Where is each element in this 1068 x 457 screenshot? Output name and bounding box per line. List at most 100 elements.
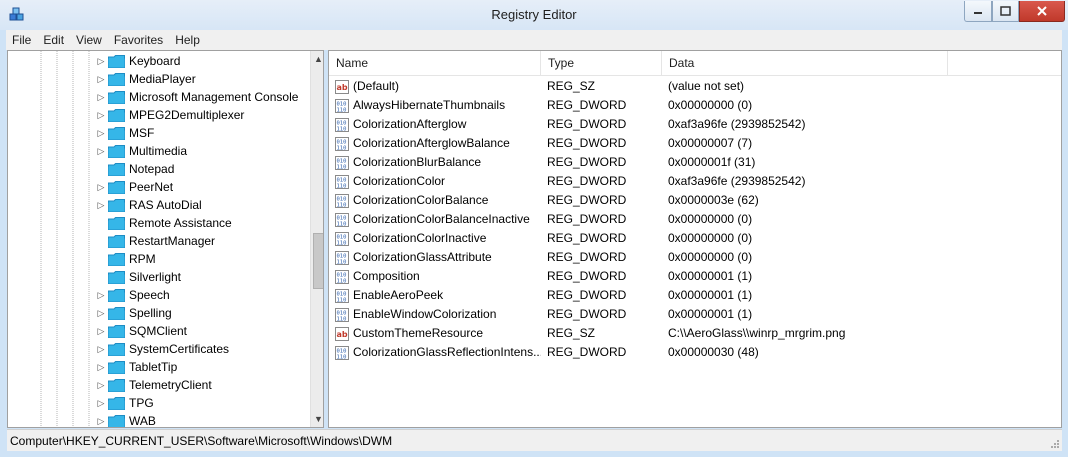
menu-favorites[interactable]: Favorites	[108, 33, 169, 47]
tree-item[interactable]: ▷ Multimedia	[96, 142, 188, 160]
tree-item-label: Multimedia	[129, 144, 188, 158]
value-name-cell: 010 110 ColorizationAfterglowBalance	[335, 134, 541, 153]
svg-text:ab: ab	[337, 330, 348, 339]
expand-arrow-icon[interactable]: ▷	[96, 128, 106, 139]
expand-arrow-icon[interactable]: ▷	[96, 182, 106, 193]
string-value-icon: ab	[335, 79, 349, 94]
value-name: Composition	[353, 269, 420, 283]
tree-item[interactable]: ▷ MPEG2Demultiplexer	[96, 106, 245, 124]
value-data: 0x00000000 (0)	[668, 98, 753, 112]
expand-arrow-icon[interactable]: ▷	[96, 92, 106, 103]
scroll-down-icon[interactable]: ▼	[311, 411, 323, 427]
value-row[interactable]: 010 110 EnableAeroPeek REG_DWORD 0x00000001 …	[329, 286, 1061, 305]
values-list-pane[interactable]: Name Type Data ab (Default) REG_SZ (value n…	[328, 50, 1062, 428]
folder-icon	[108, 234, 125, 248]
tree-item[interactable]: Notepad	[96, 160, 174, 178]
value-row[interactable]: 010 110 ColorizationColor REG_DWORD 0xaf3a96…	[329, 172, 1061, 191]
value-name: ColorizationAfterglowBalance	[353, 136, 510, 150]
tree-item[interactable]: ▷ Spelling	[96, 304, 172, 322]
expand-arrow-icon[interactable]: ▷	[96, 380, 106, 391]
expand-arrow-icon[interactable]: ▷	[96, 200, 106, 211]
tree-item-label: Speech	[129, 288, 170, 302]
value-row[interactable]: 010 110 ColorizationAfterglow REG_DWORD 0xaf…	[329, 115, 1061, 134]
resize-grip-icon[interactable]	[1050, 439, 1060, 449]
value-row[interactable]: 010 110 ColorizationColorInactive REG_DWORD…	[329, 229, 1061, 248]
tree-item[interactable]: ▷ SystemCertificates	[96, 340, 230, 358]
column-header-type[interactable]: Type	[541, 51, 662, 76]
minimize-icon	[974, 12, 982, 14]
value-row[interactable]: 010 110 ColorizationAfterglowBalance REG_DW…	[329, 134, 1061, 153]
tree-item[interactable]: ▷ PeerNet	[96, 178, 174, 196]
value-row[interactable]: ab (Default) REG_SZ (value not set)	[329, 77, 1061, 96]
tree-item-label: WAB	[129, 414, 156, 428]
value-name-cell: ab (Default)	[335, 77, 541, 96]
folder-icon	[108, 72, 125, 86]
value-row[interactable]: 010 110 Composition REG_DWORD 0x00000001 (1)	[329, 267, 1061, 286]
tree-item[interactable]: ▷ Speech	[96, 286, 170, 304]
tree-item[interactable]: ▷ Keyboard	[96, 52, 181, 70]
value-row[interactable]: 010 110 ColorizationBlurBalance REG_DWORD 0x…	[329, 153, 1061, 172]
menu-edit[interactable]: Edit	[37, 33, 70, 47]
tree-item[interactable]: Silverlight	[96, 268, 181, 286]
scroll-up-icon[interactable]: ▲	[311, 51, 323, 67]
value-row[interactable]: 010 110 ColorizationGlassReflectionIntens.…	[329, 343, 1061, 362]
tree-item-label: RAS AutoDial	[129, 198, 202, 212]
tree-guide-lines	[40, 51, 90, 427]
expand-arrow-icon[interactable]: ▷	[96, 56, 106, 67]
close-button[interactable]	[1019, 1, 1065, 22]
expand-arrow-icon[interactable]: ▷	[96, 326, 106, 337]
value-name: ColorizationColorBalance	[353, 193, 489, 207]
tree-item-label: TPG	[129, 396, 154, 410]
menu-file[interactable]: File	[6, 33, 37, 47]
minimize-button[interactable]	[964, 1, 992, 22]
tree-item[interactable]: ▷ TelemetryClient	[96, 376, 212, 394]
tree-item[interactable]: ▷ RAS AutoDial	[96, 196, 202, 214]
menu-view[interactable]: View	[70, 33, 108, 47]
value-type: REG_DWORD	[547, 174, 627, 188]
tree-item[interactable]: ▷ Microsoft Management Console	[96, 88, 299, 106]
expand-arrow-icon[interactable]: ▷	[96, 74, 106, 85]
tree-item[interactable]: Remote Assistance	[96, 214, 232, 232]
expand-arrow-icon[interactable]: ▷	[96, 146, 106, 157]
tree-item-label: SystemCertificates	[129, 342, 230, 356]
value-row[interactable]: 010 110 ColorizationColorBalance REG_DWORD 0…	[329, 191, 1061, 210]
expand-arrow-icon[interactable]: ▷	[96, 308, 106, 319]
tree-item[interactable]: ▷ MSF	[96, 124, 155, 142]
key-tree-pane[interactable]: ▷ Keyboard ▷ MediaPlayer ▷ Microsoft Manageme…	[7, 50, 324, 428]
value-row[interactable]: 010 110 ColorizationGlassAttribute REG_DWOR…	[329, 248, 1061, 267]
expand-arrow-icon[interactable]: ▷	[96, 416, 106, 427]
value-row[interactable]: 010 110 EnableWindowColorization REG_DWORD 0…	[329, 305, 1061, 324]
value-type: REG_DWORD	[547, 212, 627, 226]
column-header-data[interactable]: Data	[662, 51, 948, 76]
value-row[interactable]: ab CustomThemeResource REG_SZ C:\\AeroGlass…	[329, 324, 1061, 343]
value-row[interactable]: 010 110 ColorizationColorBalanceInactive RE…	[329, 210, 1061, 229]
tree-item[interactable]: ▷ WAB	[96, 412, 156, 428]
value-data: 0x0000003e (62)	[668, 193, 759, 207]
tree-item[interactable]: ▷ SQMClient	[96, 322, 187, 340]
value-data: 0xaf3a96fe (2939852542)	[668, 174, 806, 188]
expand-arrow-icon[interactable]: ▷	[96, 110, 106, 121]
tree-item[interactable]: ▷ TabletTip	[96, 358, 178, 376]
folder-icon	[108, 54, 125, 68]
scroll-thumb[interactable]	[313, 233, 323, 289]
tree-item[interactable]: ▷ TPG	[96, 394, 154, 412]
column-header-name[interactable]: Name	[329, 51, 541, 76]
value-type: REG_DWORD	[547, 155, 627, 169]
binary-value-icon: 010110	[335, 193, 349, 208]
tree-item[interactable]: RestartManager	[96, 232, 215, 250]
expand-arrow-icon[interactable]: ▷	[96, 398, 106, 409]
tree-item-label: Keyboard	[129, 54, 181, 68]
svg-text:110: 110	[337, 278, 347, 284]
tree-item[interactable]: ▷ MediaPlayer	[96, 70, 196, 88]
expand-arrow-icon[interactable]: ▷	[96, 362, 106, 373]
list-header: Name Type Data	[329, 51, 1061, 76]
tree-vertical-scrollbar[interactable]: ▲ ▼	[310, 51, 323, 427]
menu-help[interactable]: Help	[169, 33, 206, 47]
expand-arrow-icon[interactable]: ▷	[96, 344, 106, 355]
expand-arrow-icon[interactable]: ▷	[96, 290, 106, 301]
value-row[interactable]: 010 110 AlwaysHibernateThumbnails REG_DWORD…	[329, 96, 1061, 115]
menu-bar: File Edit View Favorites Help	[6, 30, 1062, 50]
tree-item[interactable]: RPM	[96, 250, 156, 268]
maximize-button[interactable]	[992, 1, 1019, 22]
folder-icon	[108, 180, 125, 194]
